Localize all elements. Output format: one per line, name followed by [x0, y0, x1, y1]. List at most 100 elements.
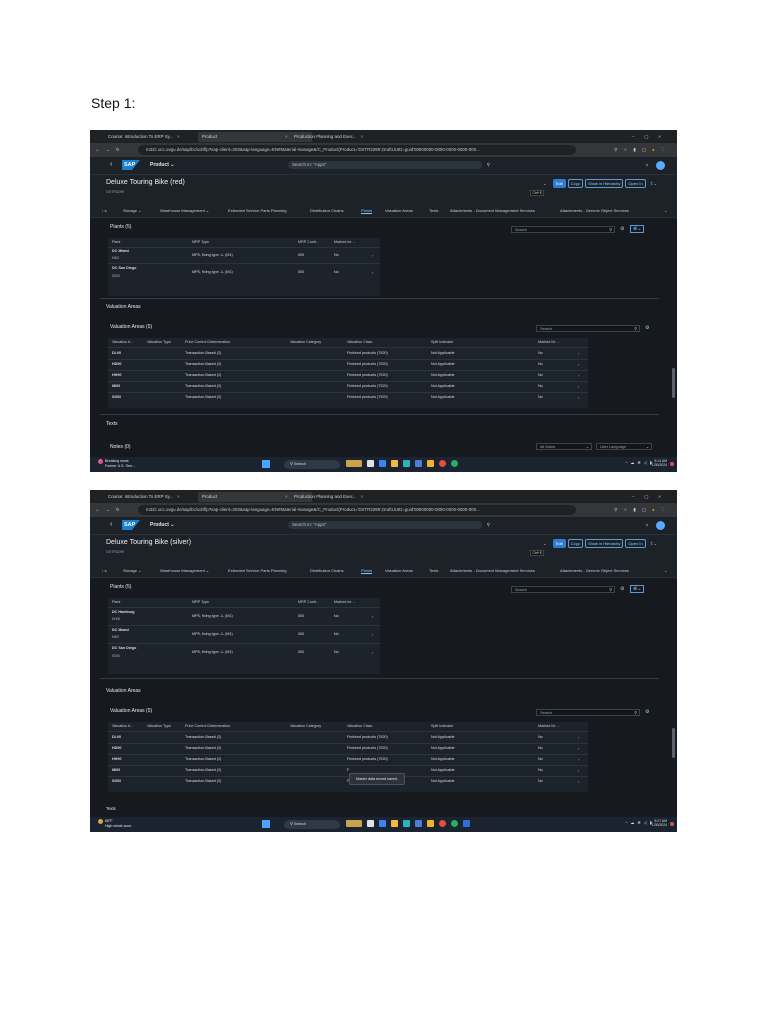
chat-icon[interactable] — [379, 460, 386, 467]
search-icon[interactable]: ⚲ — [609, 587, 612, 594]
column-header[interactable]: Plant — [112, 240, 120, 244]
anchor-espp[interactable]: Extended Service Parts Planning — [228, 568, 286, 573]
anchor-plants[interactable]: Plants — [361, 568, 373, 574]
notes-filter-select[interactable]: All Notes ⌄ — [536, 443, 592, 450]
store-icon[interactable] — [415, 460, 422, 467]
column-header[interactable]: Valuation Type — [147, 340, 171, 344]
browser-tab[interactable]: Course: Introduction To ERP Sy... × — [104, 132, 212, 142]
app-icon[interactable] — [451, 820, 458, 827]
close-icon[interactable]: × — [361, 134, 364, 139]
valuation-search-input[interactable]: Search ⚲ — [536, 325, 640, 332]
column-header[interactable]: Valuation A... — [112, 724, 133, 728]
anchor-attachments-dms[interactable]: Attachments - Document Management Servic… — [450, 568, 535, 573]
scrollbar-thumb[interactable] — [672, 728, 675, 758]
search-icon[interactable]: ⚲ — [609, 227, 612, 234]
shell-search-input[interactable]: Search In: "Apps" ⚲ — [288, 161, 490, 169]
news-widget[interactable]: Breaking news Former U.S. Sen... — [98, 459, 135, 468]
column-header[interactable]: Marked for ... — [334, 240, 356, 244]
column-header[interactable]: MRP Type — [192, 600, 209, 604]
share-icon[interactable]: ⇪⌄ — [650, 541, 657, 546]
weather-widget[interactable]: 68°F High winds soon — [98, 819, 131, 828]
anchor-valuation-areas[interactable]: Valuation Areas — [385, 568, 413, 573]
notification-icon[interactable] — [670, 462, 674, 466]
column-header[interactable]: Valuation Category — [290, 724, 321, 728]
anchor-scroll-left-icon[interactable]: ‹ s — [102, 208, 106, 213]
valuation-search-input[interactable]: Search ⚲ — [536, 709, 640, 716]
chrome-icon[interactable] — [427, 820, 434, 827]
column-header[interactable]: Plant — [112, 600, 120, 604]
close-icon[interactable]: × — [361, 494, 364, 499]
chevron-right-icon[interactable]: › — [372, 270, 373, 275]
anchor-storage[interactable]: Storage ⌄ — [123, 568, 141, 573]
search-icon[interactable]: ⚲ — [634, 710, 637, 717]
app-icon[interactable] — [439, 460, 446, 467]
chevron-right-icon[interactable]: › — [578, 768, 579, 773]
anchor-storage[interactable]: Storage ⌄ — [123, 208, 141, 213]
close-icon[interactable]: × — [285, 494, 288, 499]
widget-icon[interactable] — [346, 820, 362, 827]
url-field[interactable]: m32z.ucc.ovgu.de/sap/bc/ui2/flp?sap-clie… — [138, 505, 576, 515]
search-icon[interactable]: ⚲ — [487, 521, 490, 529]
chevron-right-icon[interactable]: › — [578, 746, 579, 751]
anchor-scroll-left-icon[interactable]: ‹ s — [102, 568, 106, 573]
close-icon[interactable]: × — [177, 134, 180, 139]
browser-tab[interactable]: Production Planning and Exec... × — [290, 132, 408, 142]
help-icon[interactable]: ? — [646, 523, 648, 528]
column-header[interactable]: MRP Contr... — [298, 240, 319, 244]
nav-icons[interactable]: ←→↻ — [95, 146, 125, 154]
column-header[interactable]: Price Control Determination — [185, 340, 230, 344]
settings-icon[interactable]: ⚙ — [620, 226, 624, 232]
anchor-texts[interactable]: Texts — [429, 208, 438, 213]
window-controls[interactable]: –▢× — [632, 492, 671, 502]
window-controls[interactable]: –▢× — [632, 132, 671, 142]
clock[interactable]: 5:14 AM 1/30/2024 — [652, 459, 667, 467]
settings-icon[interactable]: ⚙ — [620, 586, 624, 592]
anchor-plants[interactable]: Plants — [361, 208, 373, 214]
back-icon[interactable]: ‹ — [110, 521, 112, 528]
app-icon[interactable] — [451, 460, 458, 467]
taskbar-search[interactable]: ⚲ Search — [284, 820, 340, 829]
anchor-distribution-chains[interactable]: Distribution Chains — [310, 208, 344, 213]
chevron-right-icon[interactable]: › — [372, 650, 373, 655]
plants-search-input[interactable]: Search ⚲ — [511, 226, 615, 233]
sap-logo[interactable]: SAP — [122, 160, 140, 170]
clock[interactable]: 5:27 AM 1/30/2024 — [652, 819, 667, 827]
chevron-down-icon[interactable]: ⌄ — [664, 208, 667, 213]
avatar[interactable] — [656, 521, 665, 531]
column-header[interactable]: Marked for ... — [334, 600, 356, 604]
column-header[interactable]: Valuation A... — [112, 340, 133, 344]
app-title[interactable]: Product ⌄ — [150, 522, 174, 528]
column-header[interactable]: Valuation Type — [147, 724, 171, 728]
windows-start-icon[interactable] — [262, 460, 270, 468]
sap-logo[interactable]: SAP — [122, 520, 140, 530]
copy-button[interactable]: Copy — [567, 179, 583, 188]
extension-icons[interactable]: ⚲☆▮▢●⋮ — [614, 506, 671, 514]
copy-button[interactable]: Copy — [567, 539, 583, 548]
browser-tab[interactable]: Course: Introduction To ERP Sy... × — [104, 492, 212, 502]
column-header[interactable]: Split Indicator — [431, 340, 453, 344]
edge-icon[interactable] — [403, 460, 410, 467]
open-in-button[interactable]: Open In — [625, 539, 646, 548]
anchor-valuation-areas[interactable]: Valuation Areas — [385, 208, 413, 213]
task-view-icon[interactable] — [367, 820, 374, 827]
edit-button[interactable]: Edit — [552, 539, 566, 548]
word-icon[interactable] — [463, 820, 470, 827]
edit-button[interactable]: Edit — [552, 179, 566, 188]
column-header[interactable]: Valuation Class — [347, 724, 372, 728]
settings-icon[interactable]: ⚙ — [645, 709, 649, 715]
chevron-right-icon[interactable]: › — [578, 351, 579, 356]
anchor-warehouse-management[interactable]: Warehouse Management ⌄ — [160, 208, 209, 213]
notification-icon[interactable] — [670, 822, 674, 826]
close-icon[interactable]: × — [177, 494, 180, 499]
scrollbar[interactable] — [669, 578, 677, 817]
system-tray[interactable]: ^☁✻◁▮ — [625, 460, 655, 465]
browser-tab[interactable]: Production Planning and Exec... × — [290, 492, 408, 502]
anchor-attachments-gos[interactable]: Attachments - Generic Object Services — [560, 568, 629, 573]
scrollbar-thumb[interactable] — [672, 368, 675, 398]
app-title[interactable]: Product ⌄ — [150, 162, 174, 168]
column-header[interactable]: Price Control Determination — [185, 724, 230, 728]
help-icon[interactable]: ? — [646, 163, 648, 168]
chevron-right-icon[interactable]: › — [578, 373, 579, 378]
chevron-right-icon[interactable]: › — [578, 735, 579, 740]
chevron-down-icon[interactable]: ⌄ — [543, 541, 547, 546]
